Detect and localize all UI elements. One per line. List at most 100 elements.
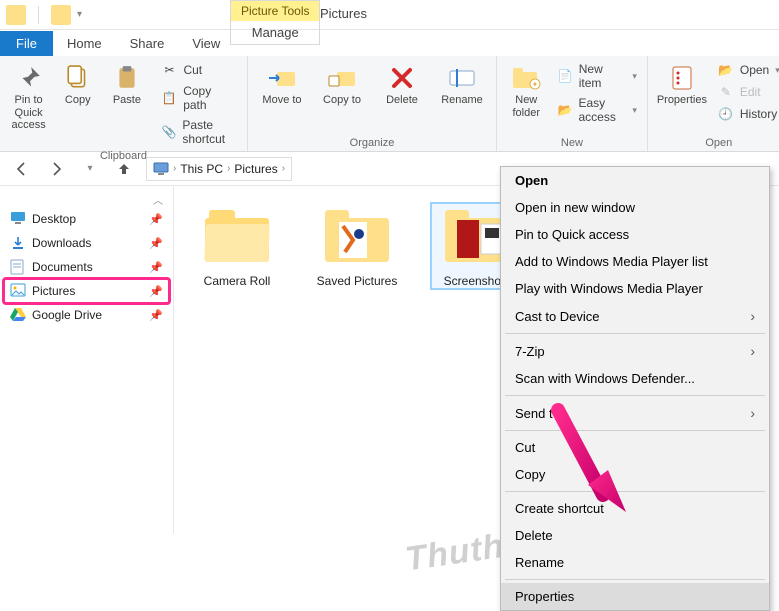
menu-separator — [505, 395, 765, 396]
new-item-icon: 📄 — [558, 68, 573, 84]
pin-icon: 📌 — [149, 285, 163, 298]
group-clipboard: Pin to Quick access Copy Paste ✂ Cut — [0, 56, 248, 151]
open-button[interactable]: 📂 Open ▾ — [716, 60, 779, 80]
window-title: Pictures — [320, 6, 367, 21]
pin-icon: 📌 — [149, 261, 163, 274]
move-to-button[interactable]: Move to — [256, 60, 308, 109]
forward-button[interactable] — [44, 157, 68, 181]
menu-pin-quick-access[interactable]: Pin to Quick access — [501, 221, 769, 248]
tab-view[interactable]: View — [178, 31, 234, 56]
back-button[interactable] — [10, 157, 34, 181]
delete-icon — [386, 62, 418, 94]
move-to-icon — [266, 62, 298, 94]
menu-open[interactable]: Open — [501, 167, 769, 194]
copy-path-button[interactable]: 📋 Copy path — [159, 82, 239, 114]
edit-button: ✎ Edit — [716, 82, 779, 102]
chevron-down-icon: ▾ — [632, 105, 637, 116]
tree-item-desktop[interactable]: Desktop 📌 — [4, 207, 169, 231]
menu-create-shortcut[interactable]: Create shortcut — [501, 495, 769, 522]
delete-button[interactable]: Delete — [376, 60, 428, 109]
history-icon: 🕘 — [718, 106, 734, 122]
tab-file[interactable]: File — [0, 31, 53, 56]
crumb-this-pc[interactable]: This PC — [180, 162, 223, 176]
pin-icon: 📌 — [149, 309, 163, 322]
menu-add-wmp-list[interactable]: Add to Windows Media Player list — [501, 248, 769, 275]
menu-separator — [505, 430, 765, 431]
group-new: ✦ New folder 📄 New item ▾ 📂 Easy access … — [497, 56, 648, 151]
pin-icon — [13, 62, 45, 94]
nav-tree: ︿ Desktop 📌 Downloads 📌 Documents 📌 Pict… — [0, 186, 174, 534]
chevron-down-icon: ▾ — [632, 71, 637, 82]
open-icon: 📂 — [718, 62, 734, 78]
scissors-icon: ✂ — [161, 62, 177, 78]
menu-send-to[interactable]: Send to — [501, 399, 769, 427]
qat-folder-icon[interactable] — [51, 5, 71, 25]
properties-icon — [666, 62, 698, 94]
context-menu: Open Open in new window Pin to Quick acc… — [500, 166, 770, 611]
tab-home[interactable]: Home — [53, 31, 116, 56]
menu-separator — [505, 491, 765, 492]
paste-button[interactable]: Paste — [106, 60, 147, 109]
menu-copy[interactable]: Copy — [501, 461, 769, 488]
ribbon-tabs: File Home Share View — [0, 30, 779, 56]
folder-item[interactable]: Camera Roll — [192, 204, 282, 288]
title-bar: ▾ — [0, 0, 779, 30]
gdrive-icon — [10, 307, 26, 323]
copy-to-button[interactable]: Copy to — [316, 60, 368, 109]
svg-text:✦: ✦ — [532, 80, 539, 89]
menu-open-new-window[interactable]: Open in new window — [501, 194, 769, 221]
paste-shortcut-button[interactable]: 📎 Paste shortcut — [159, 116, 239, 148]
menu-separator — [505, 579, 765, 580]
menu-cut[interactable]: Cut — [501, 434, 769, 461]
group-organize: Move to Copy to Delete Rename O — [248, 56, 497, 151]
pin-icon: 📌 — [149, 213, 163, 226]
pin-icon: 📌 — [149, 237, 163, 250]
chevron-down-icon: ▾ — [775, 65, 779, 76]
pictures-icon — [10, 283, 26, 299]
menu-cast-to-device[interactable]: Cast to Device — [501, 302, 769, 330]
documents-icon — [10, 259, 26, 275]
pin-quick-access-button[interactable]: Pin to Quick access — [8, 60, 49, 134]
easy-access-button[interactable]: 📂 Easy access ▾ — [556, 94, 639, 126]
menu-properties[interactable]: Properties — [501, 583, 769, 610]
crumb-pictures[interactable]: Pictures — [234, 162, 277, 176]
copy-to-icon — [326, 62, 358, 94]
copy-button[interactable]: Copy — [57, 60, 98, 109]
new-folder-button[interactable]: ✦ New folder — [505, 60, 548, 121]
copy-icon — [62, 62, 94, 94]
menu-delete[interactable]: Delete — [501, 522, 769, 549]
new-item-button[interactable]: 📄 New item ▾ — [556, 60, 639, 92]
tab-manage[interactable]: Manage — [231, 21, 319, 44]
chevron-right-icon: › — [227, 163, 230, 174]
tree-item-pictures[interactable]: Pictures 📌 — [4, 279, 169, 303]
picture-tools-context: Picture Tools Manage — [230, 0, 320, 45]
easy-access-icon: 📂 — [558, 102, 573, 118]
paste-shortcut-icon: 📎 — [161, 124, 176, 140]
cut-button[interactable]: ✂ Cut — [159, 60, 239, 80]
up-button[interactable] — [112, 157, 136, 181]
menu-rename[interactable]: Rename — [501, 549, 769, 576]
tree-item-documents[interactable]: Documents 📌 — [4, 255, 169, 279]
folder-item[interactable]: Saved Pictures — [312, 204, 402, 288]
history-button[interactable]: 🕘 History — [716, 104, 779, 124]
tree-item-google-drive[interactable]: Google Drive 📌 — [4, 303, 169, 327]
menu-7zip[interactable]: 7-Zip — [501, 337, 769, 365]
qat-dropdown-icon[interactable]: ▾ — [77, 9, 82, 20]
menu-scan-defender[interactable]: Scan with Windows Defender... — [501, 365, 769, 392]
edit-icon: ✎ — [718, 84, 734, 100]
recent-dropdown[interactable]: ▾ — [78, 157, 102, 181]
rename-button[interactable]: Rename — [436, 60, 488, 109]
app-folder-icon — [6, 5, 26, 25]
menu-separator — [505, 333, 765, 334]
menu-play-wmp[interactable]: Play with Windows Media Player — [501, 275, 769, 302]
folder-icon — [205, 210, 269, 262]
pc-icon — [153, 162, 169, 176]
tree-item-downloads[interactable]: Downloads 📌 — [4, 231, 169, 255]
chevron-right-icon: › — [173, 163, 176, 174]
paste-icon — [111, 62, 143, 94]
breadcrumb[interactable]: › This PC › Pictures › — [146, 157, 292, 181]
new-folder-icon: ✦ — [510, 62, 542, 94]
tree-chevron-icon[interactable]: ︿ — [4, 192, 169, 207]
properties-button[interactable]: Properties — [656, 60, 708, 109]
tab-share[interactable]: Share — [116, 31, 179, 56]
